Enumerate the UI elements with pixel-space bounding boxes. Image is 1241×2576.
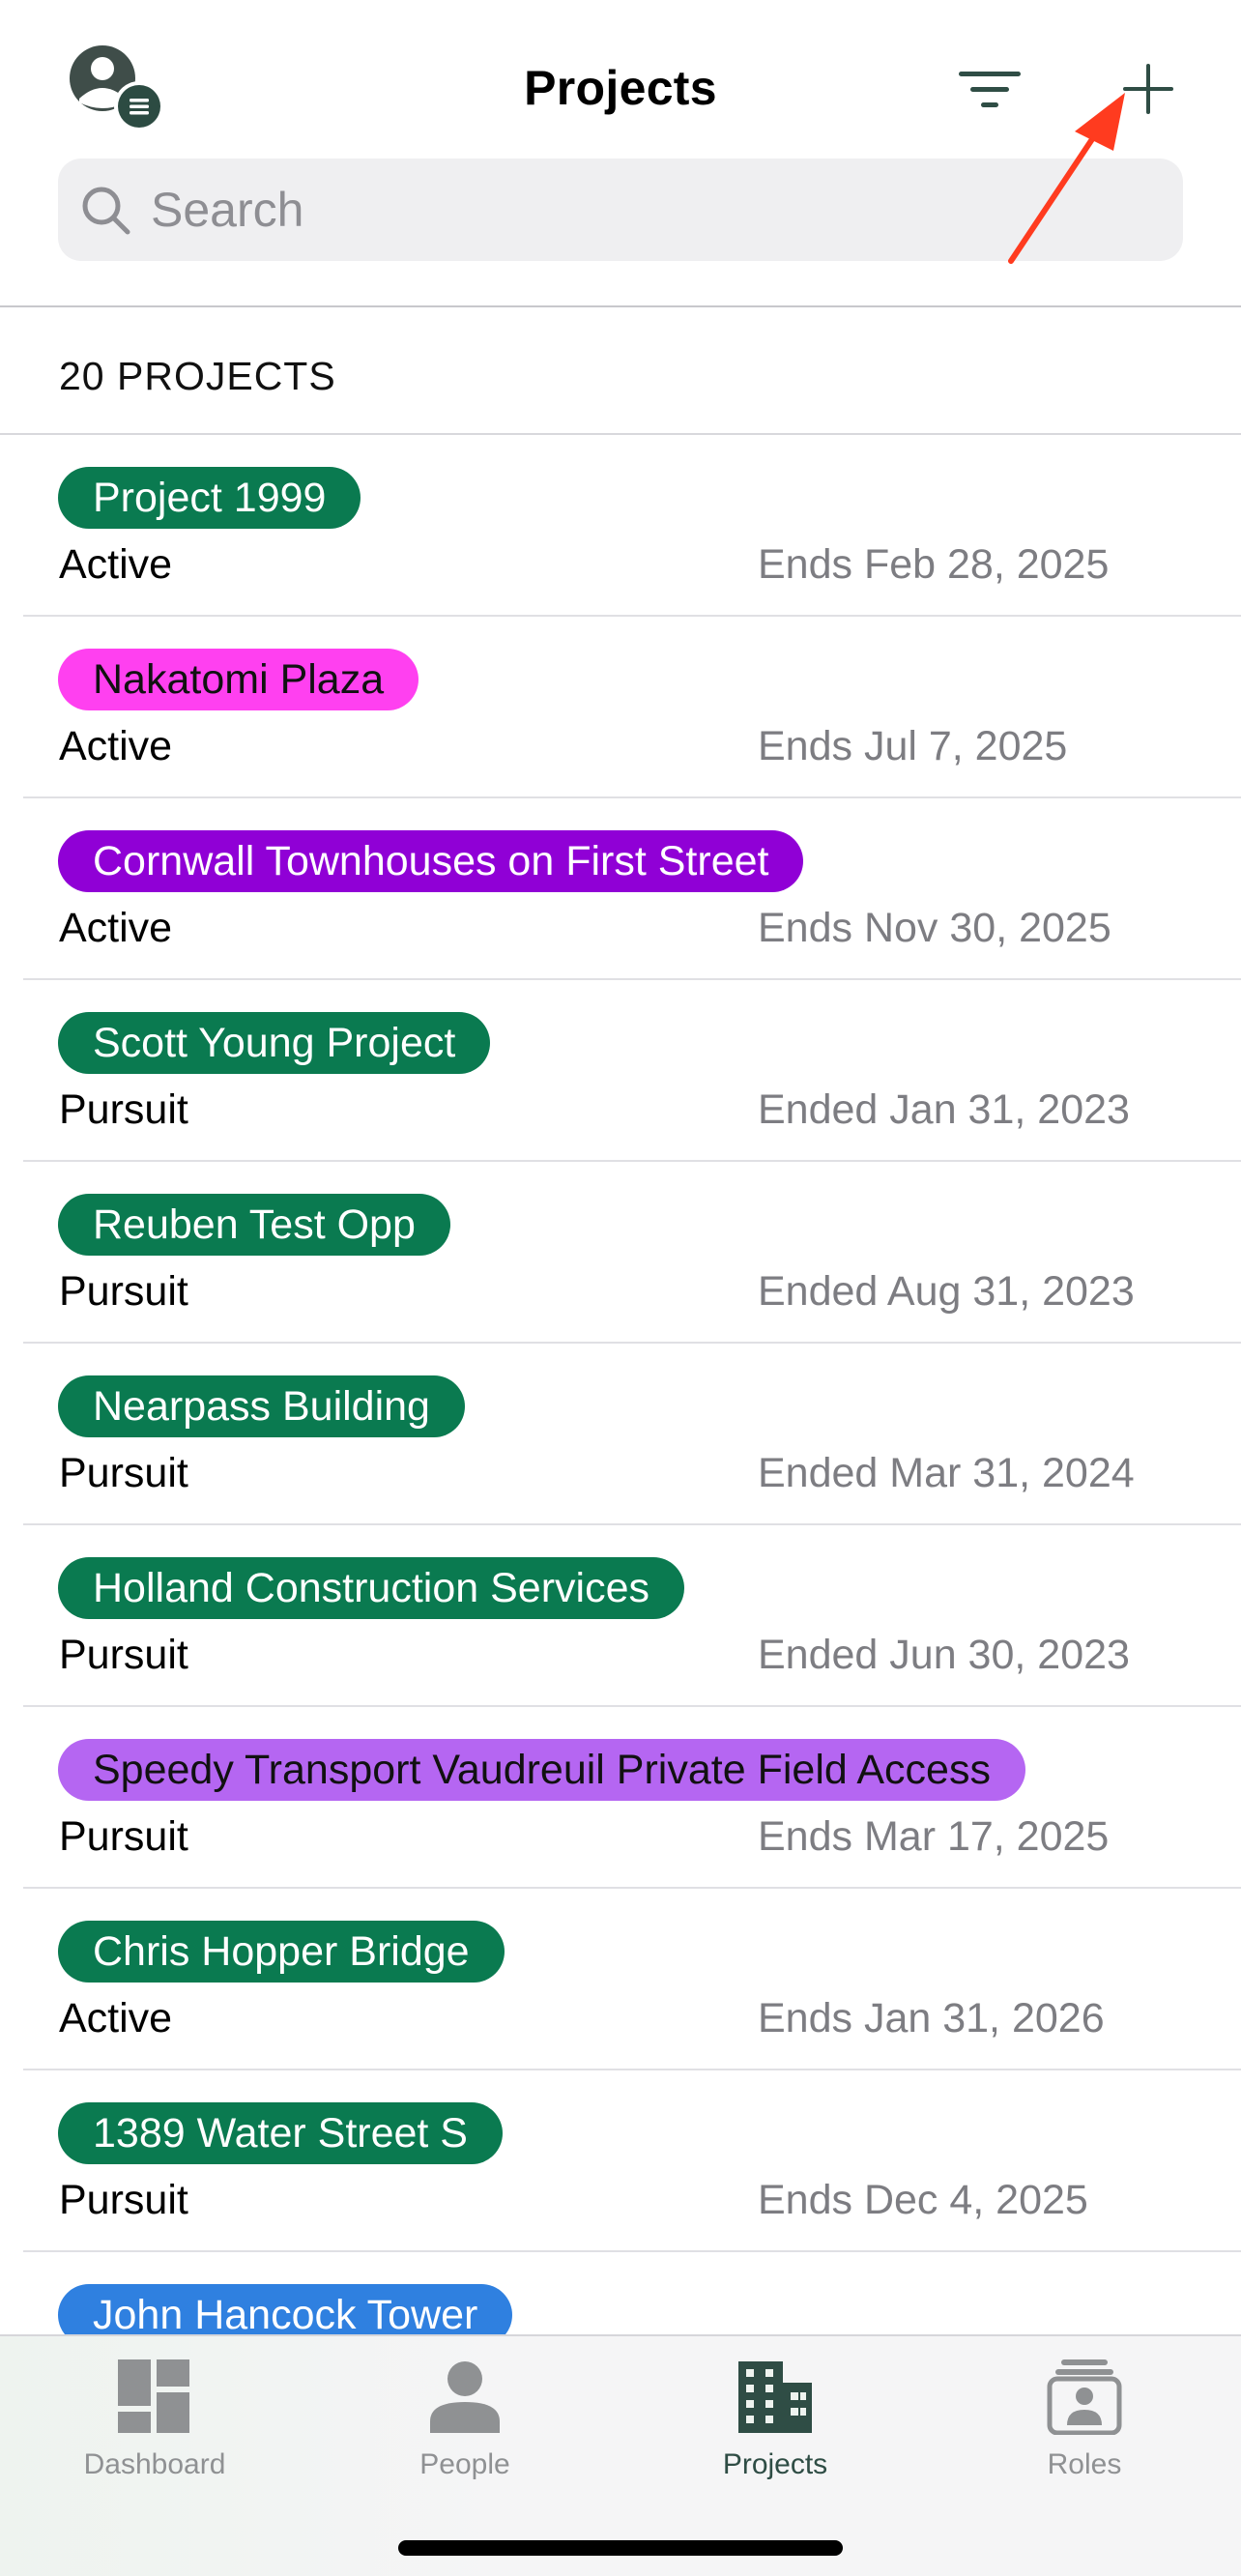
project-count-header: 20 PROJECTS [0,307,1241,435]
project-status: Active [59,905,173,951]
building-icon [738,2361,812,2433]
project-row[interactable]: Scott Young Project Pursuit Ended Jan 31, … [0,980,1241,1162]
add-project-button[interactable] [1119,60,1177,118]
tab-projects[interactable]: Projects [659,2358,891,2503]
project-row[interactable]: Holland Construction Services Pursuit Ende… [0,1525,1241,1707]
search-icon [82,187,130,235]
project-end-date: Ends Nov 30, 2025 [758,905,1111,951]
project-end-date: Ends Feb 28, 2025 [758,541,1110,588]
project-end-date: Ended Jan 31, 2023 [758,1086,1130,1133]
tab-label-dashboard: Dashboard [83,2448,226,2480]
filter-button[interactable] [957,66,1025,114]
home-indicator [398,2540,843,2556]
project-status: Pursuit [59,1086,188,1133]
plus-icon [1123,64,1173,114]
project-status: Pursuit [59,1268,188,1315]
project-end-date: Ends Jul 7, 2025 [758,723,1068,769]
project-end-date: Ends Dec 4, 2025 [758,2177,1088,2223]
project-count-label: 20 PROJECTS [59,354,336,398]
page-title: Projects [524,61,717,115]
project-row[interactable]: Reuben Test Opp Pursuit Ended Aug 31, 2023 [0,1162,1241,1344]
project-row[interactable]: Speedy Transport Vaudreuil Private Field… [0,1707,1241,1889]
project-name-badge: Cornwall Townhouses on First Street [58,830,804,892]
tab-label-projects: Projects [722,2448,828,2480]
project-name-badge: Scott Young Project [58,1012,491,1074]
roles-icon [1047,2359,1122,2435]
project-status: Pursuit [59,1632,188,1678]
tab-dashboard[interactable]: Dashboard [39,2358,271,2503]
project-end-date: Ended Jun 30, 2023 [758,1632,1130,1678]
project-row[interactable]: Project 1999 Active Ends Feb 28, 2025 [0,435,1241,617]
search-input[interactable] [151,159,1156,261]
project-name-badge: 1389 Water Street S [58,2102,503,2164]
project-status: Pursuit [59,1813,188,1860]
person-icon [430,2361,500,2433]
project-row[interactable]: Cornwall Townhouses on First Street Activ… [0,798,1241,980]
project-list: Project 1999 Active Ends Feb 28, 2025 Nakat… [0,435,1241,2434]
projects-screen: Projects 20 PROJ [0,0,1241,2576]
project-end-date: Ends Jan 31, 2026 [758,1995,1105,2041]
project-name-badge: Nearpass Building [58,1375,465,1437]
project-name-badge: Reuben Test Opp [58,1194,450,1256]
project-name-badge: Speedy Transport Vaudreuil Private Field… [58,1739,1025,1801]
project-end-date: Ended Aug 31, 2023 [758,1268,1135,1315]
search-bar[interactable] [58,159,1183,261]
project-status: Active [59,723,173,769]
project-row[interactable]: Nearpass Building Pursuit Ended Mar 31, 20… [0,1344,1241,1525]
project-row[interactable]: 1389 Water Street S Pursuit Ends Dec 4, 20… [0,2070,1241,2252]
tab-roles[interactable]: Roles [968,2358,1200,2503]
project-status: Active [59,541,173,588]
project-end-date: Ends Mar 17, 2025 [758,1813,1110,1860]
project-status: Pursuit [59,2177,188,2223]
project-row[interactable]: Nakatomi Plaza Active Ends Jul 7, 2025 [0,617,1241,798]
tab-label-roles: Roles [1047,2448,1122,2480]
project-name-badge: Nakatomi Plaza [58,649,419,710]
header: Projects [0,0,1241,307]
dashboard-icon [118,2359,189,2433]
tab-label-people: People [419,2448,510,2480]
project-status: Active [59,1995,173,2041]
project-status: Pursuit [59,1450,188,1496]
project-name-badge: Chris Hopper Bridge [58,1921,505,1983]
project-name-badge: Holland Construction Services [58,1557,684,1619]
project-name-badge: Project 1999 [58,467,361,529]
project-end-date: Ended Mar 31, 2024 [758,1450,1135,1496]
tab-people[interactable]: People [349,2358,581,2503]
project-row[interactable]: Chris Hopper Bridge Active Ends Jan 31, 20… [0,1889,1241,2070]
filter-icon [959,72,1021,107]
